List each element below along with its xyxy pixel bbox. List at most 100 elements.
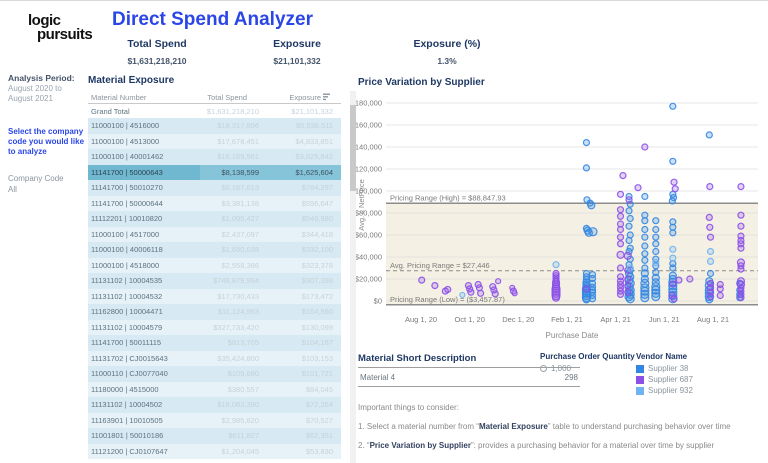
table-row[interactable]: Grand Total $1,631,218,210 $21,101,332: [88, 104, 341, 118]
vendor-legend-item[interactable]: Supplier 38: [636, 364, 693, 373]
table-row[interactable]: 11000100 | 4516000 $18,317,856 $5,538,511: [88, 118, 341, 134]
analysis-period-value: August 2020 to August 2021: [8, 84, 62, 103]
cell-exposure: $21,101,332: [291, 106, 333, 116]
cell-material-number: 11000100 | 4513000: [91, 136, 160, 146]
table-row[interactable]: 11000100 | 4518000 $2,558,386 $323,378: [88, 257, 341, 273]
svg-text:$20,000: $20,000: [356, 275, 382, 284]
kpi-total-spend-label: Total Spend: [127, 38, 187, 50]
table-row[interactable]: 11001801 | 50010186 $611,827 $62,351: [88, 428, 341, 444]
logo: logic pursuits: [28, 13, 93, 42]
cell-exposure: $4,833,851: [295, 136, 333, 146]
col-header-exposure[interactable]: Exposure: [289, 93, 331, 102]
kpi-exposure: Exposure $21,101,332: [232, 38, 362, 66]
cell-material-number: 11141700 | 50000643: [88, 164, 200, 180]
cell-exposure: $1,625,604: [295, 167, 333, 177]
table-body: Grand Total $1,631,218,210 $21,101,332 1100…: [88, 104, 341, 459]
table-row[interactable]: 11163901 | 10010505 $2,985,820 $70,527: [88, 412, 341, 428]
svg-text:Apr 1, 21: Apr 1, 21: [600, 315, 630, 324]
table-row[interactable]: 11000100 | 4513000 $17,678,451 $4,833,851: [88, 133, 341, 149]
cell-exposure: $784,297: [301, 183, 333, 193]
table-row[interactable]: 11131102 | 10004535 $748,879,994 $307,398: [88, 273, 341, 289]
kpi-exposure-value: $21,101,332: [273, 56, 321, 66]
cell-material-number: 11000100 | 40006118: [91, 245, 163, 255]
cell-exposure: $332,100: [301, 245, 333, 255]
kpi-exposure-pct: Exposure (%) 1.3%: [382, 38, 512, 66]
svg-text:$120,000: $120,000: [356, 165, 382, 174]
cell-exposure: $546,980: [301, 214, 333, 224]
cell-exposure: $84,045: [305, 384, 333, 394]
svg-text:Avg. Pricing Range = $27,446: Avg. Pricing Range = $27,446: [390, 261, 490, 270]
cell-total-spend: $748,879,994: [213, 276, 259, 286]
cell-material-number: 11000100 | 4517000: [91, 229, 160, 239]
cell-total-spend: $2,437,097: [221, 229, 259, 239]
svg-text:Dec 1, 20: Dec 1, 20: [502, 315, 534, 324]
table-row[interactable]: 11131102 | 10004502 $18,083,390 $72,264: [88, 397, 341, 413]
cell-total-spend: $1,204,045: [221, 446, 259, 456]
table-row[interactable]: 11121200 | CJ0107647 $1,204,045 $53,830: [88, 443, 341, 459]
vendor-swatch-icon: [636, 386, 644, 395]
cell-exposure: $130,099: [301, 322, 333, 332]
size-legend-value: 1,000: [551, 364, 572, 373]
svg-text:Feb 1, 21: Feb 1, 21: [551, 315, 583, 324]
table-row[interactable]: 11131102 | 10004532 $17,730,433 $173,472: [88, 288, 341, 304]
company-code-filter-value[interactable]: All: [8, 184, 64, 195]
cell-exposure: $323,378: [301, 260, 333, 270]
vendor-legend-item[interactable]: Supplier 687: [636, 375, 693, 384]
page-title: Direct Spend Analyzer: [112, 9, 313, 30]
cell-material-number: 11001801 | 50010186: [91, 431, 164, 441]
cell-exposure: $307,398: [301, 276, 333, 286]
vendor-swatch-icon: [636, 375, 644, 384]
svg-text:Pricing Range (Low) = ($3,457.: Pricing Range (Low) = ($3,457.87): [390, 295, 505, 304]
vendor-legend-item[interactable]: Supplier 932: [636, 386, 693, 395]
table-row[interactable]: 11131102 | 10004579 $327,733,420 $130,099: [88, 319, 341, 335]
cell-total-spend: $16,169,561: [217, 152, 259, 162]
svg-text:Aug 1, 21: Aug 1, 21: [697, 315, 729, 324]
sort-descending-icon[interactable]: [323, 93, 331, 101]
cell-total-spend: $2,558,386: [221, 260, 259, 270]
vendor-swatch-icon: [636, 364, 644, 373]
cell-total-spend: $327,733,420: [213, 322, 259, 332]
analysis-period-label: Analysis Period:: [8, 73, 75, 83]
company-code-filter-label: Company Code: [8, 174, 64, 183]
table-row[interactable]: 11131702 | CJ0015643 $35,424,800 $103,153: [88, 350, 341, 366]
direct-spend-analyzer-dashboard: logic pursuits Direct Spend Analyzer Tot…: [0, 0, 768, 463]
kpi-total-spend-value: $1,631,218,210: [127, 56, 187, 66]
price-variation-chart[interactable]: $0$20,000$40,000$60,000$80,000$100,000$1…: [356, 85, 768, 347]
cell-material-number: 11131102 | 10004502: [91, 400, 163, 410]
table-row[interactable]: 11000100 | 4517000 $2,437,097 $344,418: [88, 226, 341, 242]
svg-text:$0: $0: [374, 297, 382, 306]
notes: Important things to consider: 1. Select …: [358, 403, 760, 460]
table-header-row: Material Number Total Spend Exposure: [88, 91, 341, 104]
col-header-material-number[interactable]: Material Number: [91, 93, 146, 102]
table-row[interactable]: 11141700 | 50000644 $3,381,138 $596,647: [88, 195, 341, 211]
cell-exposure: $72,264: [305, 400, 333, 410]
vendor-legend-title: Vendor Name: [636, 352, 688, 361]
table-row[interactable]: 11141700 | 50011115 $813,705 $104,187: [88, 335, 341, 351]
cell-material-number: 11163901 | 10010505: [91, 415, 163, 425]
vendor-legend: Vendor Name Supplier 38 Supplier 687 Suppl…: [636, 352, 693, 397]
cell-total-spend: $17,678,451: [217, 136, 259, 146]
cell-material-number: 11131102 | 10004579: [91, 322, 163, 332]
table-row[interactable]: 11112201 | 10010820 $1,095,427 $546,980: [88, 211, 341, 227]
cell-exposure: $5,538,511: [296, 121, 333, 131]
table-row[interactable]: 11000110 | CJ0077040 $109,680 $101,721: [88, 366, 341, 382]
size-legend: Purchase Order Quantity 1,000: [540, 352, 635, 373]
cell-material-number: 11000110 | CJ0077040: [91, 369, 168, 379]
company-code-filter[interactable]: Company Code All: [8, 173, 64, 195]
table-row[interactable]: 11141700 | 50010270 $6,167,613 $784,297: [88, 180, 341, 196]
cell-material-number: 11000100 | 4516000: [91, 121, 160, 131]
table-row[interactable]: 11162800 | 10004471 $11,124,963 $164,560: [88, 304, 341, 320]
col-header-total-spend[interactable]: Total Spend: [207, 93, 247, 102]
table-row[interactable]: 11000100 | 40001462 $16,169,561 $3,825,842: [88, 149, 341, 165]
cell-exposure: $53,830: [305, 446, 333, 456]
material-exposure-panel: Material Exposure Material Number Total …: [88, 75, 356, 463]
cell-material-number: 11000100 | 4518000: [91, 260, 160, 270]
kpi-exposure-label: Exposure: [273, 38, 321, 50]
select-company-prompt: Select the company code you would like t…: [8, 127, 85, 156]
table-row[interactable]: 11000100 | 40006118 $1,650,038 $332,100: [88, 242, 341, 258]
material-exposure-title: Material Exposure: [88, 75, 175, 86]
svg-text:Pricing Range (High) = $88,847: Pricing Range (High) = $88,847.93: [390, 193, 506, 202]
table-row[interactable]: 11141700 | 50000643 $8,138,599 $1,625,604: [88, 164, 341, 180]
cell-total-spend: $1,095,427: [221, 214, 259, 224]
table-row[interactable]: 11180000 | 4515000 $380,557 $84,045: [88, 381, 341, 397]
